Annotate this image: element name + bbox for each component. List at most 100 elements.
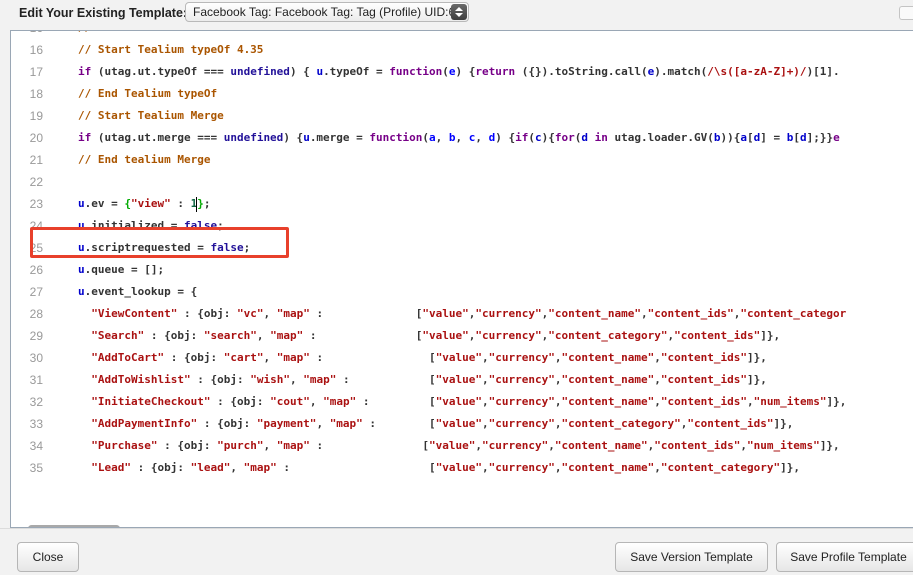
code-token: "cout"	[270, 395, 310, 408]
code-token: ) {	[283, 131, 304, 144]
code-line[interactable]: 26 u.queue = [];	[11, 259, 911, 281]
dialog-footer: Close Save Version Template Save Profile…	[0, 528, 913, 575]
code-token: : [	[303, 329, 423, 342]
save-version-template-button[interactable]: Save Version Template	[615, 542, 768, 572]
code-token: b	[448, 131, 456, 144]
code-token: ,	[554, 373, 562, 386]
code-token: "value"	[435, 351, 483, 364]
code-token: ]},	[773, 417, 794, 430]
close-button[interactable]: Close	[17, 542, 79, 572]
code-token: ,	[263, 307, 277, 320]
code-line[interactable]: 25 u.scriptrequested = false;	[11, 237, 911, 259]
code-token: "content_category"	[660, 461, 781, 474]
code-line[interactable]: 34 "Purchase" : {obj: "purch", "map" : […	[11, 435, 911, 457]
code-token: : [	[309, 439, 430, 452]
code-token: ,	[654, 461, 661, 474]
code-token: .initialized =	[84, 219, 184, 232]
code-token: ]},	[819, 439, 840, 452]
code-token: u	[78, 285, 85, 298]
code-text: "InitiateCheckout" : {obj: "cout", "map"…	[78, 391, 846, 413]
code-token: ,	[435, 131, 449, 144]
code-editor[interactable]: 16 // End Tealium loader 16 // Start Tealiu…	[10, 30, 913, 528]
code-token: a	[429, 131, 436, 144]
code-token: b	[713, 131, 721, 144]
line-number: 26	[29, 263, 43, 277]
line-number: 24	[29, 219, 43, 233]
code-token: ] =	[760, 131, 787, 144]
code-token: .scriptrequested =	[84, 241, 211, 254]
code-line[interactable]: 33 "AddPaymentInfo" : {obj: "payment", "…	[11, 413, 911, 435]
select-arrows-icon[interactable]	[451, 4, 467, 20]
code-token: .ev =	[84, 197, 125, 210]
code-line[interactable]: 23 u.ev = {"view" : 1};	[11, 193, 911, 215]
code-token: in	[594, 131, 608, 144]
code-line[interactable]: 19 // Start Tealium Merge	[11, 105, 911, 127]
code-token: :	[170, 197, 191, 210]
code-token: "value"	[422, 329, 469, 342]
code-token: "content_category"	[561, 417, 681, 430]
code-token: "value"	[435, 373, 483, 386]
template-select-label: Edit Your Existing Template:	[19, 6, 188, 20]
code-token: "currency"	[488, 461, 555, 474]
code-token: ,	[746, 395, 754, 408]
code-token: if	[515, 131, 529, 144]
code-token: a	[740, 131, 747, 144]
code-text: u.ev = {"view" : 1};	[78, 193, 211, 215]
code-line[interactable]: 29 "Search" : {obj: "search", "map" : ["…	[11, 325, 911, 347]
code-token: ,	[309, 395, 324, 408]
code-token: .queue = [];	[84, 263, 165, 276]
code-line[interactable]: 20 if (utag.ut.merge === undefined) {u.me…	[11, 127, 911, 149]
code-token: [	[793, 131, 800, 144]
code-token: )){	[720, 131, 741, 144]
code-line[interactable]: 32 "InitiateCheckout" : {obj: "cout", "m…	[11, 391, 911, 413]
line-number: 20	[29, 131, 43, 145]
code-token: u	[78, 219, 85, 232]
code-line[interactable]: 22	[11, 171, 911, 193]
code-text: "Lead" : {obj: "lead", "map" : ["value",…	[78, 457, 800, 479]
code-token: u	[78, 241, 85, 254]
code-token: .event_lookup = {	[84, 285, 198, 298]
save-profile-template-button[interactable]: Save Profile Template	[776, 542, 913, 572]
code-token: ]},	[760, 329, 781, 342]
code-token: // End Tealium loader	[78, 31, 217, 34]
template-select-value: Facebook Tag: Facebook Tag: Tag (Profile…	[193, 5, 456, 19]
code-token: "cart"	[223, 351, 264, 364]
code-token: ,	[230, 461, 244, 474]
code-line[interactable]: 31 "AddToWishlist" : {obj: "wish", "map"…	[11, 369, 911, 391]
code-line[interactable]: 30 "AddToCart" : {obj: "cart", "map" : […	[11, 347, 911, 369]
header-corner-button[interactable]	[899, 6, 913, 20]
code-line[interactable]: 21 // End tealium Merge	[11, 149, 911, 171]
code-text: "AddPaymentInfo" : {obj: "payment", "map…	[78, 413, 793, 435]
code-token: ) {	[289, 65, 317, 78]
code-token: {	[124, 197, 131, 210]
line-number: 27	[29, 285, 43, 299]
line-number: 29	[29, 329, 43, 343]
template-select[interactable]: Facebook Tag: Facebook Tag: Tag (Profile…	[185, 2, 469, 22]
code-line[interactable]: 35 "Lead" : {obj: "lead", "map" : ["valu…	[11, 457, 911, 479]
code-token: "currency"	[475, 329, 542, 342]
code-line[interactable]: 16 // Start Tealium typeOf 4.35	[11, 39, 911, 61]
code-token: "content_name"	[561, 373, 655, 386]
code-line[interactable]: 16 // End Tealium loader	[11, 31, 911, 39]
code-line[interactable]: 24 u.initialized = false;	[11, 215, 911, 237]
code-token: e	[448, 65, 456, 78]
code-line[interactable]: 28 "ViewContent" : {obj: "vc", "map" : […	[11, 303, 911, 325]
code-token: function	[389, 65, 443, 78]
code-token: if	[78, 65, 92, 78]
code-line[interactable]: 18 // End Tealium typeOf	[11, 83, 911, 105]
code-token: "map"	[276, 307, 310, 320]
code-line[interactable]: 17 if (utag.ut.typeOf === undefined) { u.…	[11, 61, 911, 83]
code-token: "map"	[323, 395, 357, 408]
code-text: if (utag.ut.typeOf === undefined) { u.ty…	[78, 61, 840, 83]
code-token: "AddToCart"	[91, 351, 165, 364]
line-number: 17	[29, 65, 43, 79]
code-text: u.scriptrequested = false;	[78, 237, 250, 259]
code-token: ,	[554, 417, 562, 430]
code-viewport[interactable]: 16 // End Tealium loader 16 // Start Tealiu…	[11, 31, 911, 496]
code-line[interactable]: 27 u.event_lookup = {	[11, 281, 911, 303]
code-token: "currency"	[488, 373, 555, 386]
